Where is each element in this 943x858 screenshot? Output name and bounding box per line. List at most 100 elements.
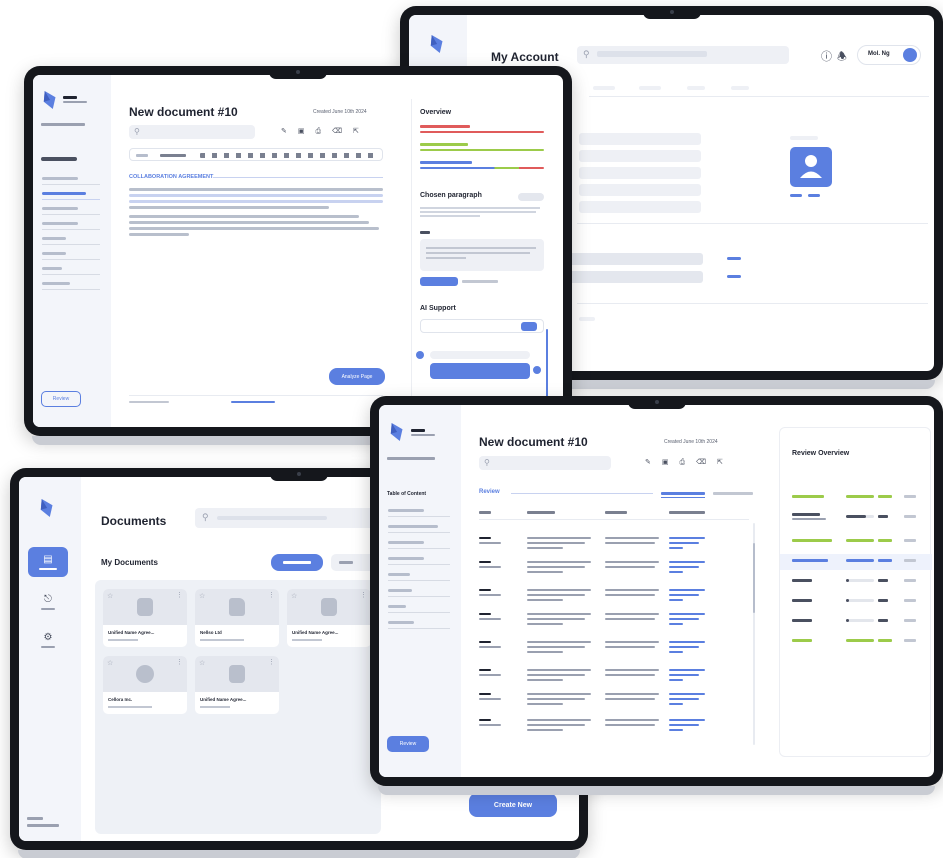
save-icon[interactable]: ▣ [298, 128, 316, 135]
analyze-page-button[interactable]: Analyze Page [329, 368, 385, 385]
table-row[interactable] [479, 537, 749, 559]
share-icon[interactable]: ⇱ [717, 459, 734, 466]
document-card[interactable]: ☆ ⋮ Unified Name Agree... [103, 589, 187, 647]
toc-item[interactable] [388, 541, 450, 551]
new-folder-button[interactable] [271, 554, 323, 571]
document-card[interactable]: ☆ ⋮ Cellora Inc. [103, 656, 187, 714]
app-logo-icon[interactable] [389, 421, 407, 443]
print-icon[interactable]: ⎙ [680, 459, 697, 466]
account-field[interactable] [579, 201, 701, 213]
overview-row[interactable] [780, 490, 932, 506]
send-icon[interactable] [521, 322, 537, 331]
tab-settings[interactable] [687, 86, 705, 90]
overview-row[interactable] [780, 534, 932, 550]
tab-language[interactable] [713, 492, 753, 495]
dismiss-link[interactable] [462, 280, 498, 283]
delete-icon[interactable]: ⌫ [332, 128, 353, 135]
search-input[interactable]: ⚲ [577, 46, 789, 64]
nav-archive[interactable]: ⎋ [28, 587, 68, 617]
remove-link[interactable] [808, 194, 820, 197]
table-row[interactable] [479, 693, 749, 715]
save-icon[interactable]: ▣ [662, 459, 680, 466]
bell-icon[interactable]: 🕭 [837, 48, 847, 67]
tab-profile[interactable] [593, 86, 615, 90]
clear-button[interactable] [518, 193, 544, 201]
overview-row[interactable] [780, 634, 932, 650]
document-card[interactable]: ☆ ⋮ Unified Name Agree... [287, 589, 371, 647]
delete-icon[interactable]: ⌫ [696, 459, 717, 466]
toc-item[interactable] [42, 267, 100, 277]
toc-item[interactable] [388, 525, 450, 535]
toc-item[interactable] [42, 222, 100, 232]
overview-row[interactable] [780, 614, 932, 630]
edit-link[interactable] [904, 495, 916, 498]
table-scrollbar[interactable] [753, 523, 755, 745]
toc-item[interactable] [42, 207, 100, 217]
table-row[interactable] [479, 669, 749, 691]
app-logo-icon[interactable] [429, 33, 447, 55]
paragraph-style-select[interactable] [160, 154, 186, 157]
tab-definitions[interactable] [661, 492, 705, 495]
toc-item[interactable] [42, 192, 100, 202]
edit-link[interactable] [904, 579, 916, 582]
overview-row[interactable] [780, 554, 932, 570]
back-to-documents-link[interactable] [41, 123, 85, 126]
folder-card[interactable]: ☆ ⋮ Nellso Ltd [195, 589, 279, 647]
more-icon[interactable]: ⋮ [360, 591, 367, 599]
undo-redo-icon[interactable] [136, 154, 148, 157]
change-link[interactable] [727, 257, 741, 260]
table-row[interactable] [479, 641, 749, 663]
user-menu[interactable]: Mol. Ng [857, 45, 921, 65]
overview-row[interactable] [780, 574, 932, 590]
tab-preferences[interactable] [639, 86, 661, 90]
more-icon[interactable]: ⋮ [176, 658, 183, 666]
more-icon[interactable]: ⋮ [268, 658, 275, 666]
toc-item[interactable] [388, 621, 450, 631]
table-row[interactable] [479, 561, 749, 583]
back-to-documents-link[interactable] [387, 457, 435, 460]
table-row[interactable] [479, 613, 749, 635]
star-icon[interactable]: ☆ [291, 592, 297, 600]
account-field[interactable] [579, 167, 701, 179]
star-icon[interactable]: ☆ [199, 592, 205, 600]
star-icon[interactable]: ☆ [199, 659, 205, 667]
toc-item[interactable] [388, 605, 450, 615]
profile-picture[interactable] [790, 147, 832, 187]
print-icon[interactable]: ⎙ [316, 128, 333, 135]
review-button[interactable]: Review [41, 391, 81, 407]
app-logo-icon[interactable] [42, 89, 60, 111]
toc-item[interactable] [42, 177, 100, 187]
formatting-buttons[interactable] [200, 153, 376, 158]
account-field[interactable] [579, 133, 701, 145]
toc-item[interactable] [388, 509, 450, 519]
upload-link[interactable] [790, 194, 802, 197]
edit-link[interactable] [904, 515, 916, 518]
account-field[interactable] [579, 184, 701, 196]
footer-link[interactable] [231, 401, 275, 403]
review-button[interactable]: Review [387, 736, 429, 752]
edit-link[interactable] [904, 599, 916, 602]
search-input[interactable]: ⚲ [195, 508, 381, 528]
search-input[interactable]: ⚲ [479, 456, 611, 470]
scrollbar[interactable] [546, 329, 548, 399]
overview-row[interactable] [780, 594, 932, 610]
toc-item[interactable] [388, 573, 450, 583]
search-input[interactable]: ⚲ [129, 125, 255, 139]
create-new-button[interactable]: Create New [469, 793, 557, 817]
star-icon[interactable]: ☆ [107, 659, 113, 667]
toc-item[interactable] [42, 282, 100, 292]
change-link[interactable] [727, 275, 741, 278]
ai-prompt-input[interactable] [420, 319, 544, 333]
toc-item[interactable] [42, 237, 100, 247]
edit-link[interactable] [904, 559, 916, 562]
toc-item[interactable] [388, 589, 450, 599]
edit-link[interactable] [904, 619, 916, 622]
table-row[interactable] [479, 589, 749, 611]
edit-icon[interactable]: ✎ [645, 459, 662, 466]
edit-link[interactable] [904, 539, 916, 542]
replace-button[interactable] [420, 277, 458, 286]
app-logo-icon[interactable] [39, 497, 57, 519]
help-icon[interactable]: ⓘ [821, 48, 832, 64]
toc-item[interactable] [388, 557, 450, 567]
edit-link[interactable] [904, 639, 916, 642]
